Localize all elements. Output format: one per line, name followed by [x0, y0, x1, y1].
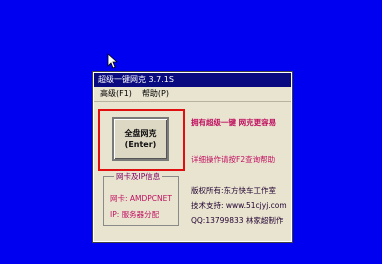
qq-text: QQ:13799833 林家超制作 — [191, 216, 284, 225]
mouse-pointer-icon — [107, 53, 117, 69]
support-text: 技术支持: www.51cjyj.com — [191, 201, 287, 210]
clone-button-shortcut: (Enter) — [124, 140, 157, 149]
menu-bar: 高级(F1) 帮助(P) — [94, 87, 291, 102]
menu-advanced[interactable]: 高级(F1) — [100, 87, 132, 101]
menu-help[interactable]: 帮助(P) — [142, 87, 169, 101]
nic-info-group: 网卡及IP信息 网卡: AMDPCNET IP: 服务器分配 — [103, 171, 179, 226]
help-tip-text: 详细操作请按F2查询帮助 — [191, 155, 276, 164]
window-title[interactable]: 超级一键网克 3.7.1S — [94, 73, 291, 87]
clone-button-label: 全盘网克 — [124, 129, 157, 138]
nic-value: 网卡: AMDPCNET — [110, 194, 172, 203]
slogan-text: 拥有超级一键 网克更容易 — [191, 118, 277, 127]
app-window: 超级一键网克 3.7.1S 高级(F1) 帮助(P) 全盘网克 (Enter) … — [92, 71, 293, 243]
copyright-text: 版权所有:东方快车工作室 — [191, 186, 277, 195]
full-disk-clone-button[interactable]: 全盘网克 (Enter) — [112, 117, 169, 161]
ip-value: IP: 服务器分配 — [110, 210, 160, 219]
nic-group-title: 网卡及IP信息 — [114, 171, 163, 182]
highlight-frame: 全盘网克 (Enter) — [98, 109, 185, 171]
